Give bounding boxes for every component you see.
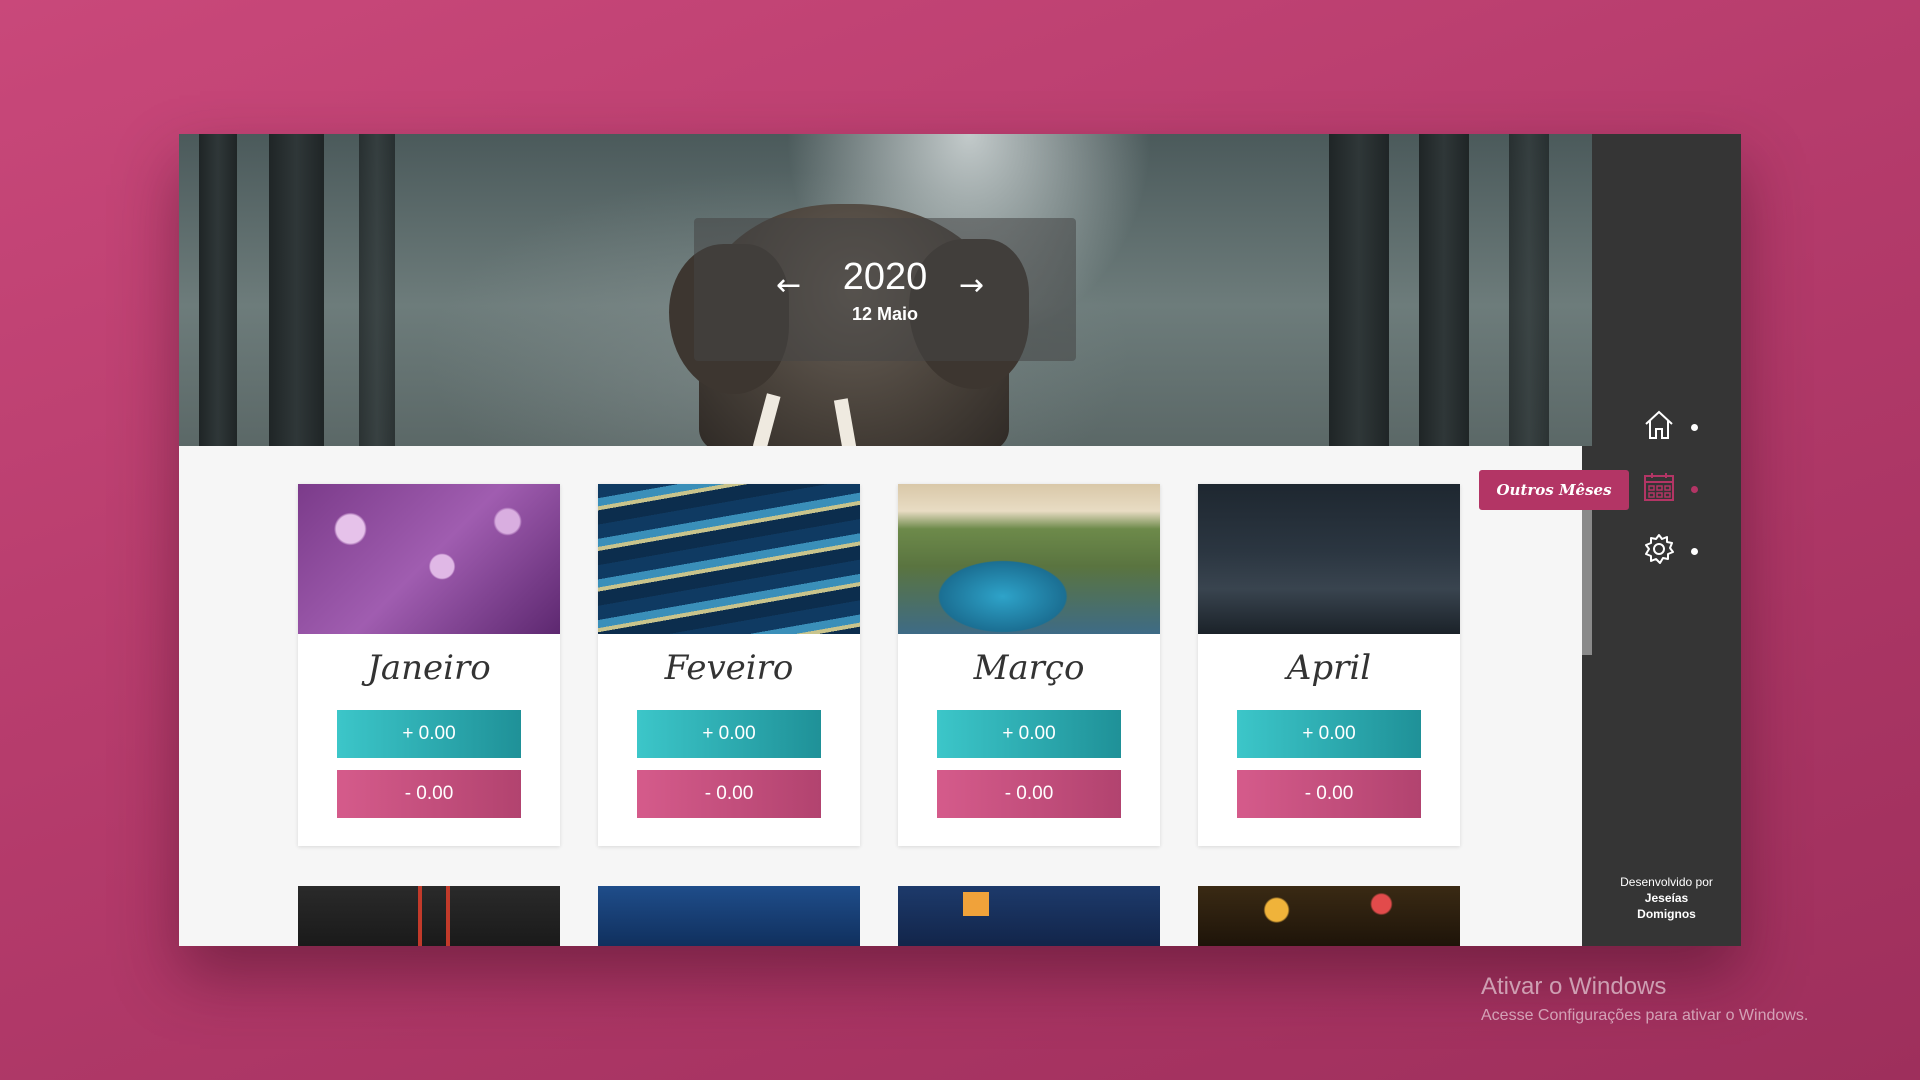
- nav-indicator-dot: [1691, 424, 1698, 431]
- credit-label: Desenvolvido por: [1620, 875, 1713, 889]
- expense-button[interactable]: - 0.00: [637, 770, 821, 818]
- header-banner: ← 2020 12 Maio →: [179, 134, 1592, 446]
- year-label: 2020: [842, 256, 928, 298]
- calendar-icon[interactable]: [1642, 470, 1678, 506]
- scrollbar-thumb[interactable]: [1582, 500, 1592, 655]
- expense-button[interactable]: - 0.00: [337, 770, 521, 818]
- month-card-preview: [898, 886, 1160, 946]
- windows-activation-notice: Ativar o Windows Acesse Configurações pa…: [1481, 973, 1808, 1025]
- expense-button[interactable]: - 0.00: [1237, 770, 1421, 818]
- month-image: [598, 484, 860, 634]
- income-button[interactable]: + 0.00: [337, 710, 521, 758]
- income-button[interactable]: + 0.00: [1237, 710, 1421, 758]
- tree: [1419, 134, 1469, 446]
- activation-subtitle: Acesse Configurações para ativar o Windo…: [1481, 1007, 1809, 1024]
- month-title: April: [1286, 648, 1372, 688]
- month-card-janeiro: Janeiro + 0.00 - 0.00: [298, 484, 560, 846]
- tree: [1329, 134, 1389, 446]
- month-title: Feveiro: [664, 648, 794, 688]
- income-button[interactable]: + 0.00: [937, 710, 1121, 758]
- home-icon[interactable]: [1642, 408, 1678, 444]
- tree: [199, 134, 237, 446]
- credit-name: Jeseías: [1644, 891, 1689, 905]
- tree: [269, 134, 324, 446]
- month-card-feveiro: Feveiro + 0.00 - 0.00: [598, 484, 860, 846]
- app-window: ← 2020 12 Maio → Janeiro + 0.00 - 0.00 F…: [179, 134, 1741, 946]
- month-card-marco: Março + 0.00 - 0.00: [898, 484, 1160, 846]
- gear-icon[interactable]: [1642, 532, 1678, 568]
- month-card-preview: [1198, 886, 1460, 946]
- nav-indicator-dot: [1691, 486, 1698, 493]
- date-panel: ← 2020 12 Maio →: [694, 218, 1076, 361]
- activation-title: Ativar o Windows: [1481, 973, 1667, 1000]
- month-image: [898, 484, 1160, 634]
- nav-tooltip: Outros Mêses: [1479, 470, 1629, 510]
- month-card-april: April + 0.00 - 0.00: [1198, 484, 1460, 846]
- developer-credit: Desenvolvido por Jeseías Domignos: [1592, 874, 1741, 922]
- next-year-arrow[interactable]: →: [959, 268, 984, 303]
- month-card-preview: [598, 886, 860, 946]
- month-image: [1198, 484, 1460, 634]
- lantern-image: [963, 892, 989, 916]
- bridge-image: [418, 886, 450, 946]
- current-date: 12 Maio: [851, 304, 919, 324]
- month-title: Março: [973, 648, 1085, 688]
- nav-indicator-dot: [1691, 548, 1698, 555]
- income-button[interactable]: + 0.00: [637, 710, 821, 758]
- tree: [359, 134, 395, 446]
- month-card-preview: [298, 886, 560, 946]
- credit-surname: Domignos: [1637, 907, 1696, 921]
- month-image: [298, 484, 560, 634]
- month-title: Janeiro: [367, 648, 491, 688]
- tree: [1509, 134, 1549, 446]
- expense-button[interactable]: - 0.00: [937, 770, 1121, 818]
